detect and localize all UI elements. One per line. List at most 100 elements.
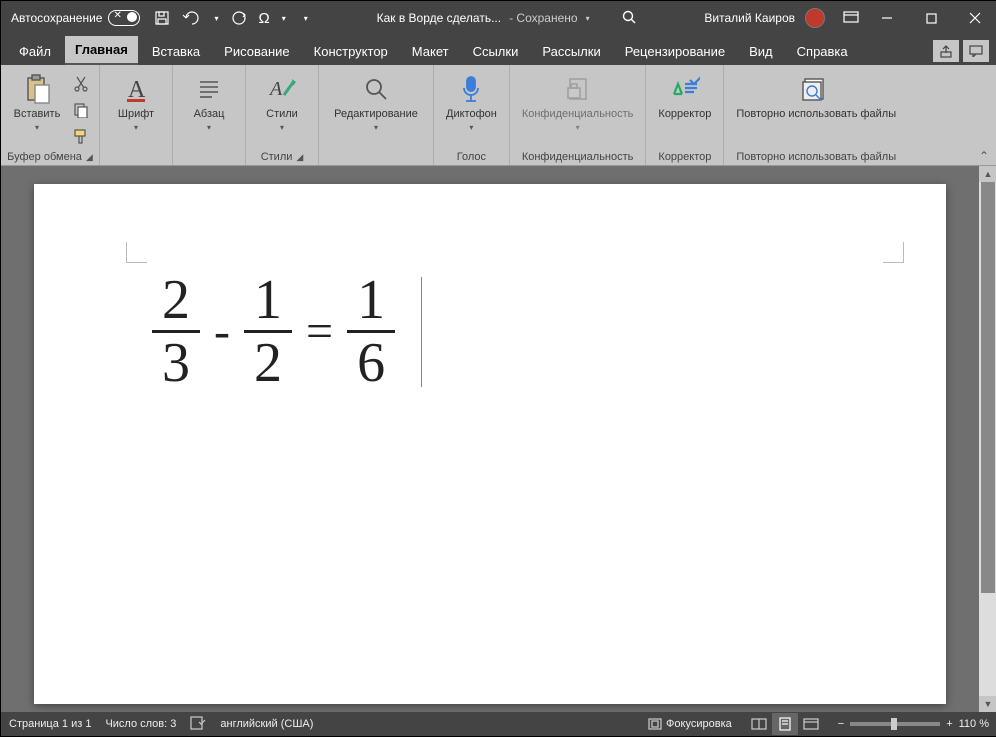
tab-mailings[interactable]: Рассылки bbox=[532, 38, 610, 65]
print-layout-button[interactable] bbox=[772, 713, 798, 735]
fraction-1-num: 2 bbox=[152, 272, 200, 330]
group-editing: Редактирование▾ . bbox=[319, 65, 434, 165]
font-icon: A bbox=[123, 73, 149, 105]
avatar[interactable] bbox=[805, 8, 825, 28]
comments-button[interactable] bbox=[963, 40, 989, 62]
tab-layout[interactable]: Макет bbox=[402, 38, 459, 65]
title-dropdown[interactable]: ▾ bbox=[586, 14, 590, 23]
paste-button[interactable]: Вставить▾ bbox=[7, 71, 67, 135]
tab-file[interactable]: Файл bbox=[9, 38, 61, 65]
symbol-icon[interactable]: Ω bbox=[259, 10, 270, 27]
zoom-level[interactable]: 110 % bbox=[959, 718, 989, 730]
language-indicator[interactable]: английский (США) bbox=[220, 718, 313, 730]
svg-text:A: A bbox=[268, 78, 283, 100]
word-count[interactable]: Число слов: 3 bbox=[105, 718, 176, 730]
collapse-ribbon-icon[interactable]: ⌃ bbox=[979, 149, 989, 163]
page-indicator[interactable]: Страница 1 из 1 bbox=[9, 718, 91, 730]
paragraph-button[interactable]: Абзац▾ bbox=[179, 71, 239, 135]
tab-home[interactable]: Главная bbox=[65, 36, 138, 65]
group-editor-label: Корректор bbox=[652, 149, 717, 165]
scroll-track[interactable] bbox=[979, 182, 996, 696]
font-label: Шрифт bbox=[118, 108, 154, 120]
sensitivity-icon bbox=[565, 73, 591, 105]
zoom-slider[interactable] bbox=[850, 722, 940, 726]
maximize-button[interactable] bbox=[909, 1, 953, 35]
sensitivity-label: Конфиденциаль­ность bbox=[522, 108, 634, 120]
zoom-out-button[interactable]: − bbox=[838, 718, 844, 730]
saved-status: - Сохранено bbox=[509, 11, 577, 25]
group-clipboard-label: Буфер обмена bbox=[7, 151, 82, 163]
styles-label: Стили bbox=[266, 108, 298, 120]
group-clipboard: Вставить▾ Буфер обмена ◢ bbox=[1, 65, 100, 165]
editor-label: Корректор bbox=[658, 108, 711, 121]
spellcheck-icon[interactable] bbox=[190, 716, 206, 733]
cut-button[interactable] bbox=[69, 73, 93, 95]
ribbon-display-icon[interactable] bbox=[843, 11, 859, 26]
scroll-down-icon[interactable]: ▼ bbox=[979, 696, 996, 712]
save-icon[interactable] bbox=[154, 10, 170, 26]
group-reuse-label: Повторно использовать файлы bbox=[730, 149, 902, 165]
read-mode-button[interactable] bbox=[746, 713, 772, 735]
redo-icon[interactable] bbox=[231, 11, 247, 25]
font-button[interactable]: A Шрифт▾ bbox=[106, 71, 166, 135]
tab-references[interactable]: Ссылки bbox=[463, 38, 529, 65]
scroll-thumb[interactable] bbox=[981, 182, 995, 593]
sensitivity-button[interactable]: Конфиденциаль­ность▾ bbox=[516, 71, 640, 135]
tab-insert[interactable]: Вставка bbox=[142, 38, 210, 65]
tab-design[interactable]: Конструктор bbox=[304, 38, 398, 65]
format-painter-button[interactable] bbox=[69, 125, 93, 147]
tab-help[interactable]: Справка bbox=[787, 38, 858, 65]
fraction-2-num: 1 bbox=[244, 272, 292, 330]
minimize-button[interactable] bbox=[865, 1, 909, 35]
tab-draw[interactable]: Рисование bbox=[214, 38, 299, 65]
document-area: 2 3 - 1 2 = 1 6 ▲ ▼ bbox=[1, 166, 996, 712]
group-reuse: Повторно использовать файлы Повторно исп… bbox=[724, 65, 908, 165]
tab-review[interactable]: Рецензирование bbox=[615, 38, 735, 65]
operator-minus: - bbox=[208, 304, 236, 359]
styles-icon: A bbox=[268, 73, 296, 105]
ribbon-tabs: Файл Главная Вставка Рисование Конструкт… bbox=[1, 35, 996, 65]
fraction-2: 1 2 bbox=[244, 272, 292, 391]
zoom-handle[interactable] bbox=[891, 718, 897, 730]
zoom-in-button[interactable]: + bbox=[946, 718, 952, 730]
ribbon: Вставить▾ Буфер обмена ◢ A Шрифт▾ . Абзац… bbox=[1, 65, 996, 166]
search-icon bbox=[364, 73, 388, 105]
toggle-switch[interactable]: ✕ bbox=[108, 10, 140, 26]
clipboard-launcher[interactable]: ◢ bbox=[86, 152, 93, 162]
editing-button[interactable]: Редактирование▾ bbox=[325, 71, 427, 135]
user-name: Виталий Каиров bbox=[704, 11, 795, 25]
focus-mode[interactable]: Фокусировка bbox=[648, 718, 732, 730]
group-styles: A Стили▾ Стили◢ bbox=[246, 65, 319, 165]
group-voice: Диктофон▾ Голос bbox=[434, 65, 510, 165]
styles-button[interactable]: A Стили▾ bbox=[252, 71, 312, 135]
dictate-button[interactable]: Диктофон▾ bbox=[440, 71, 503, 135]
close-button[interactable] bbox=[953, 1, 996, 35]
paste-label: Вставить bbox=[14, 108, 61, 120]
margin-corner-tr bbox=[883, 242, 904, 263]
reuse-files-button[interactable]: Повторно использовать файлы bbox=[730, 71, 902, 123]
symbol-dropdown[interactable]: ▾ bbox=[282, 14, 286, 23]
share-button[interactable] bbox=[933, 40, 959, 62]
fraction-3-den: 6 bbox=[347, 330, 395, 391]
dictate-label: Диктофон bbox=[446, 108, 497, 120]
styles-launcher[interactable]: ◢ bbox=[296, 152, 303, 162]
autosave-toggle[interactable]: Автосохранение ✕ bbox=[11, 10, 140, 26]
zoom-controls: − + 110 % bbox=[838, 718, 989, 730]
editor-button[interactable]: Корректор bbox=[652, 71, 717, 123]
web-layout-button[interactable] bbox=[798, 713, 824, 735]
scroll-up-icon[interactable]: ▲ bbox=[979, 166, 996, 182]
fraction-3-num: 1 bbox=[347, 272, 395, 330]
copy-button[interactable] bbox=[69, 99, 93, 121]
tab-view[interactable]: Вид bbox=[739, 38, 783, 65]
undo-dropdown[interactable]: ▾ bbox=[214, 14, 218, 23]
page[interactable]: 2 3 - 1 2 = 1 6 bbox=[34, 184, 946, 704]
group-paragraph: Абзац▾ . bbox=[173, 65, 246, 165]
margin-corner-tl bbox=[126, 242, 147, 263]
autosave-label: Автосохранение bbox=[11, 11, 102, 25]
equation[interactable]: 2 3 - 1 2 = 1 6 bbox=[152, 272, 422, 391]
vertical-scrollbar[interactable]: ▲ ▼ bbox=[979, 166, 996, 712]
group-font: A Шрифт▾ . bbox=[100, 65, 173, 165]
search-icon[interactable] bbox=[622, 10, 636, 27]
undo-icon[interactable] bbox=[182, 11, 202, 25]
group-styles-label: Стили bbox=[261, 151, 293, 163]
